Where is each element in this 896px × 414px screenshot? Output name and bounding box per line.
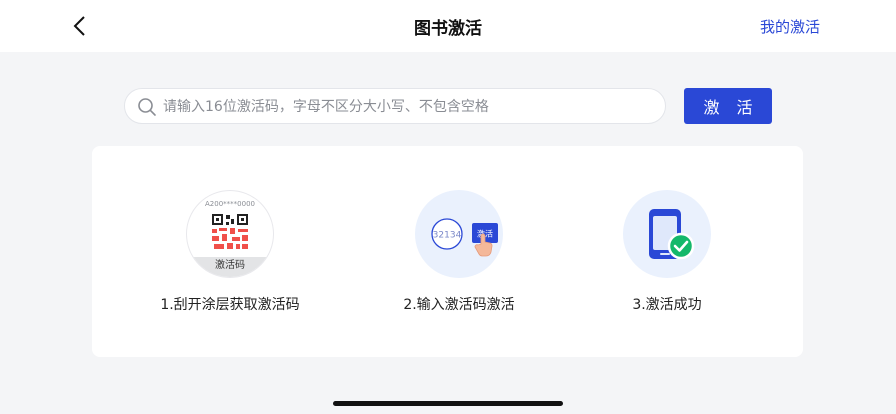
enter-code-icon: 32134 激活 bbox=[431, 218, 498, 257]
sample-code-text: 32134 bbox=[433, 231, 462, 241]
my-activations-link[interactable]: 我的激活 bbox=[760, 16, 820, 37]
search-icon bbox=[138, 98, 156, 116]
step-label: 3.激活成功 bbox=[632, 297, 702, 313]
top-bar: 图书激活 我的激活 bbox=[0, 0, 896, 52]
scratch-card-illustration: A200****0000 激活码 bbox=[186, 190, 274, 278]
step-enter-code: 32134 激活 2.输入激活码激活 bbox=[359, 190, 559, 314]
step-success: 3.激活成功 bbox=[567, 190, 767, 314]
home-indicator[interactable] bbox=[333, 401, 563, 406]
activation-code-search-box bbox=[124, 88, 666, 125]
activate-button[interactable]: 激 活 bbox=[684, 88, 772, 124]
activation-code-input[interactable] bbox=[161, 89, 655, 125]
step-label: 1.刮开涂层获取激活码 bbox=[160, 297, 300, 313]
phone-check-icon bbox=[649, 209, 695, 260]
code-band: 激活码 bbox=[187, 257, 273, 277]
success-illustration bbox=[623, 190, 711, 278]
sample-code-text: A200****0000 bbox=[205, 200, 255, 208]
steps-card: A200****0000 激活码 1.刮开涂层获取激活码 32134 激活 2.… bbox=[92, 146, 803, 357]
step-label: 2.输入激活码激活 bbox=[403, 297, 515, 313]
enter-code-illustration: 32134 激活 bbox=[415, 190, 503, 278]
step-scratch-code: A200****0000 激活码 1.刮开涂层获取激活码 bbox=[130, 190, 330, 314]
qr-code-icon bbox=[212, 214, 248, 249]
